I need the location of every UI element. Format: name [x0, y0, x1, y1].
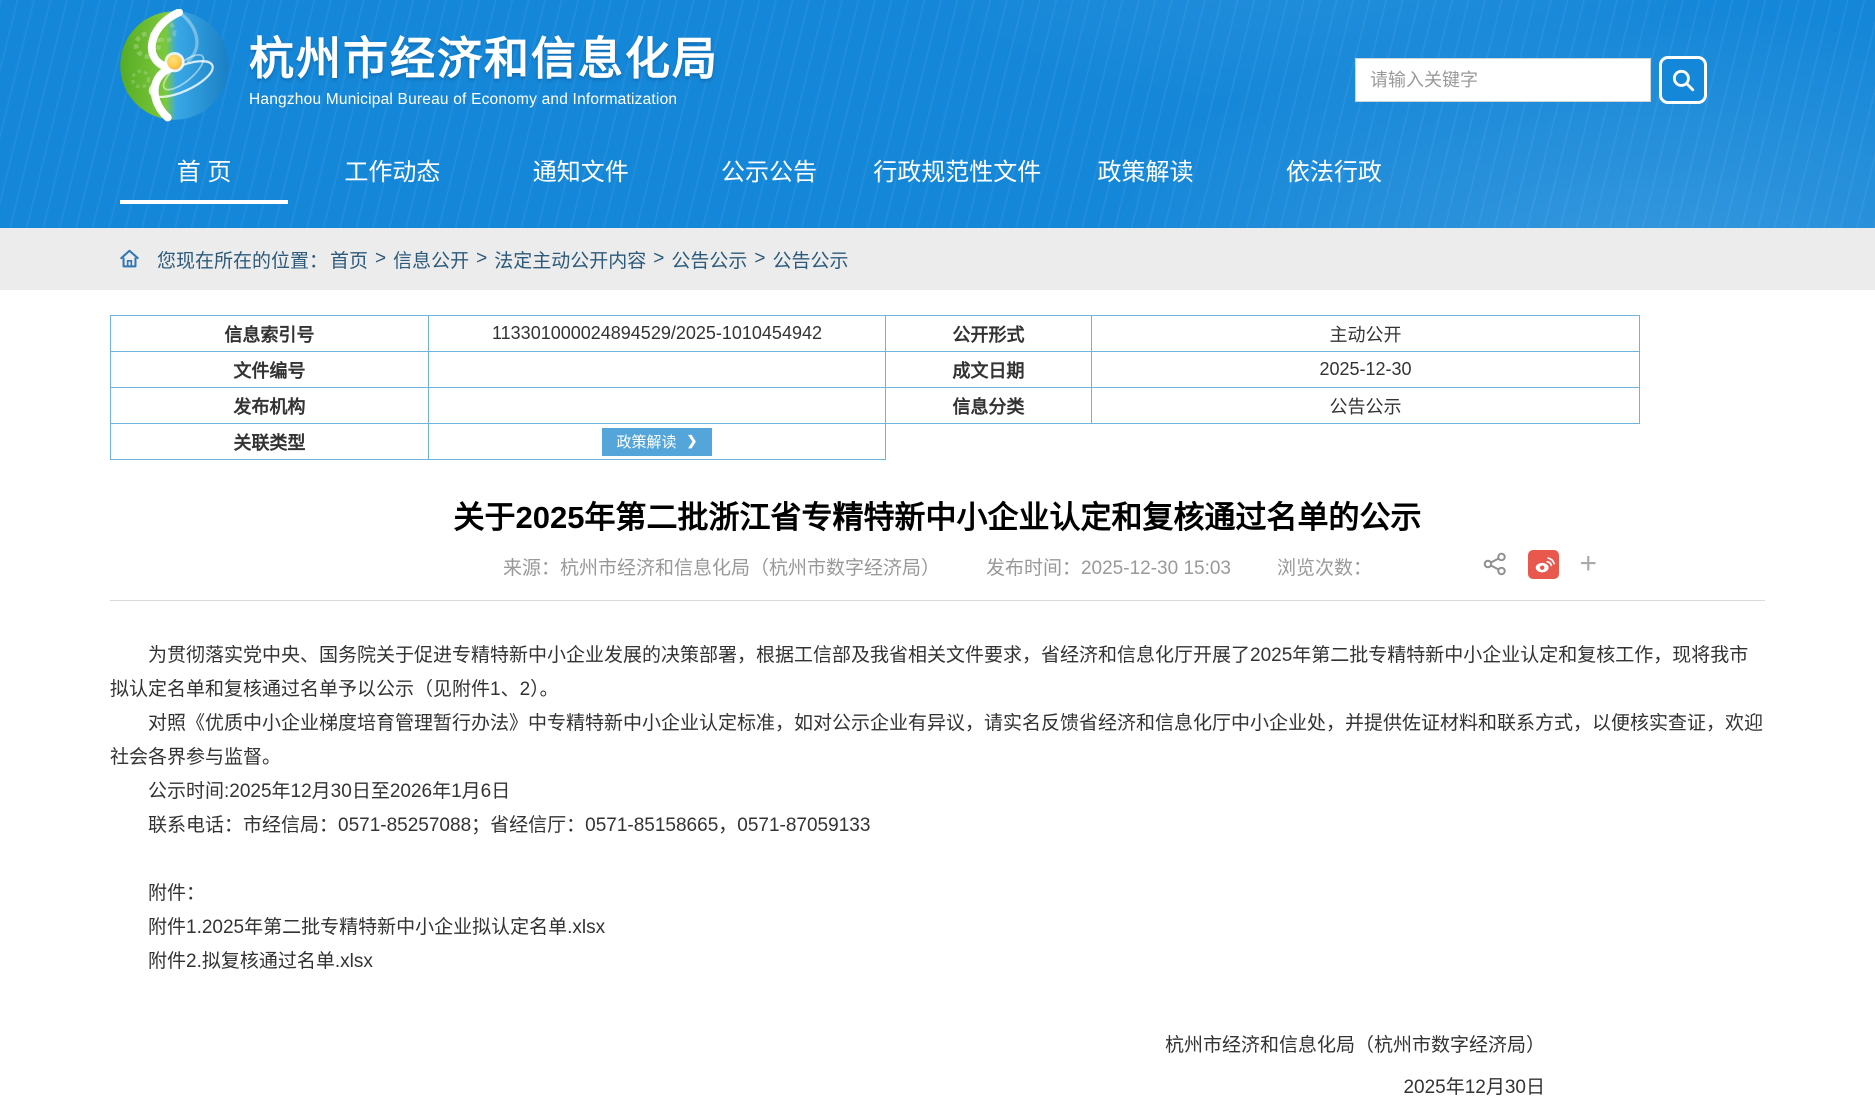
main-nav: 首 页 工作动态 通知文件 公示公告 行政规范性文件 政策解读 依法行政	[110, 130, 1428, 228]
cell-info-category-label: 信息分类	[886, 388, 1092, 424]
nav-item-policy-interpretation[interactable]: 政策解读	[1051, 130, 1239, 228]
table-row: 公开形式 主动公开	[886, 316, 1640, 352]
breadcrumb-prefix: 您现在所在的位置：	[157, 246, 328, 273]
search-button[interactable]	[1659, 56, 1707, 104]
breadcrumb-separator: >	[375, 248, 386, 270]
nav-item-home[interactable]: 首 页	[110, 130, 298, 228]
signature-block: 杭州市经济和信息化局（杭州市数字经济局） 2025年12月30日	[110, 1029, 1765, 1101]
policy-interpretation-button[interactable]: 政策解读 ❯	[602, 428, 713, 456]
table-row: 关联类型 政策解读 ❯	[111, 424, 886, 460]
nav-item-regulatory-documents[interactable]: 行政规范性文件	[863, 130, 1051, 228]
page: 杭州市经济和信息化局 Hangzhou Municipal Bureau of …	[0, 0, 1875, 1101]
nav-item-public-announcements[interactable]: 公示公告	[675, 130, 863, 228]
more-share-button[interactable]: +	[1579, 549, 1597, 579]
cell-issuing-agency-label: 发布机构	[111, 388, 429, 424]
table-row: 文件编号	[111, 352, 886, 388]
article-source: 来源：杭州市经济和信息化局（杭州市数字经济局）	[503, 553, 940, 580]
brand: 杭州市经济和信息化局 Hangzhou Municipal Bureau of …	[118, 9, 719, 122]
cell-issue-date-value: 2025-12-30	[1092, 352, 1640, 388]
cell-disclosure-form-value: 主动公开	[1092, 316, 1640, 352]
breadcrumb-item-info-disclosure[interactable]: 信息公开	[393, 246, 469, 273]
site-search	[1355, 56, 1707, 104]
brand-text: 杭州市经济和信息化局 Hangzhou Municipal Bureau of …	[249, 22, 719, 109]
weibo-icon[interactable]	[1528, 550, 1559, 579]
cell-issue-date-label: 成文日期	[886, 352, 1092, 388]
cell-related-type-value: 政策解读 ❯	[429, 424, 886, 460]
attachment-link-2[interactable]: 附件2.拟复核通过名单.xlsx	[148, 951, 373, 972]
main-content: 信息索引号 113301000024894529/2025-1010454942…	[0, 290, 1875, 1101]
chevron-right-icon: ❯	[687, 433, 698, 449]
article-body: 为贯彻落实党中央、国务院关于促进专精特新中小企业发展的决策部署，根据工信部及我省…	[110, 639, 1765, 1101]
breadcrumb: 您现在所在的位置： 首页 > 信息公开 > 法定主动公开内容 > 公告公示 > …	[0, 228, 1875, 290]
paragraph: 对照《优质中小企业梯度培育管理暂行办法》中专精特新中小企业认定标准，如对公示企业…	[110, 707, 1765, 775]
article-title: 关于2025年第二批浙江省专精特新中小企业认定和复核通过名单的公示	[110, 492, 1765, 537]
table-row: 信息索引号 113301000024894529/2025-1010454942	[111, 316, 886, 352]
document-info-table: 信息索引号 113301000024894529/2025-1010454942…	[110, 315, 1765, 460]
breadcrumb-item-current[interactable]: 公告公示	[773, 246, 849, 273]
site-title: 杭州市经济和信息化局	[249, 22, 719, 87]
article-view-count: 浏览次数：	[1277, 553, 1372, 580]
cell-issuing-agency-value	[429, 388, 886, 424]
paragraph: 为贯彻落实党中央、国务院关于促进专精特新中小企业发展的决策部署，根据工信部及我省…	[110, 639, 1765, 707]
publicity-period: 公示时间:2025年12月30日至2026年1月6日	[110, 775, 1765, 809]
cell-document-number-value	[429, 352, 886, 388]
search-input[interactable]	[1355, 58, 1651, 102]
header-top: 杭州市经济和信息化局 Hangzhou Municipal Bureau of …	[0, 0, 1875, 130]
nav-item-law-based-administration[interactable]: 依法行政	[1240, 130, 1428, 228]
share-icon[interactable]	[1482, 551, 1508, 577]
contact-phones: 联系电话：市经信局：0571-85257088；省经信厅：0571-851586…	[110, 809, 1765, 843]
cell-disclosure-form-label: 公开形式	[886, 316, 1092, 352]
table-row: 发布机构	[111, 388, 886, 424]
cell-info-category-value: 公告公示	[1092, 388, 1640, 424]
cell-info-index-label: 信息索引号	[111, 316, 429, 352]
cell-related-type-label: 关联类型	[111, 424, 429, 460]
cell-info-index-value: 113301000024894529/2025-1010454942	[429, 316, 886, 352]
info-table-left: 信息索引号 113301000024894529/2025-1010454942…	[110, 315, 886, 460]
attachment-row: 附件1.2025年第二批专精特新中小企业拟认定名单.xlsx	[110, 911, 1765, 945]
nav-item-notice-documents[interactable]: 通知文件	[487, 130, 675, 228]
table-row: 成文日期 2025-12-30	[886, 352, 1640, 388]
breadcrumb-item-home[interactable]: 首页	[330, 246, 368, 273]
breadcrumb-separator: >	[476, 248, 487, 270]
article-publish-time: 发布时间：2025-12-30 15:03	[986, 553, 1231, 580]
signature-org: 杭州市经济和信息化局（杭州市数字经济局）	[110, 1029, 1545, 1063]
cell-document-number-label: 文件编号	[111, 352, 429, 388]
bureau-logo-icon	[118, 9, 231, 122]
info-table-right: 公开形式 主动公开 成文日期 2025-12-30 信息分类 公告公示	[886, 315, 1640, 424]
attachments-heading: 附件：	[110, 877, 1765, 911]
breadcrumb-separator: >	[754, 248, 765, 270]
breadcrumb-item-statutory-disclosure[interactable]: 法定主动公开内容	[494, 246, 646, 273]
search-icon	[1670, 67, 1696, 93]
attachment-link-1[interactable]: 附件1.2025年第二批专精特新中小企业拟认定名单.xlsx	[148, 917, 605, 938]
site-subtitle: Hangzhou Municipal Bureau of Economy and…	[249, 91, 719, 109]
policy-interpretation-button-label: 政策解读	[617, 431, 677, 452]
table-row: 信息分类 公告公示	[886, 388, 1640, 424]
site-header: 杭州市经济和信息化局 Hangzhou Municipal Bureau of …	[0, 0, 1875, 228]
share-toolbar: +	[1482, 549, 1597, 579]
breadcrumb-item-announcements[interactable]: 公告公示	[671, 246, 747, 273]
home-icon[interactable]	[118, 248, 141, 270]
attachment-row: 附件2.拟复核通过名单.xlsx	[110, 945, 1765, 979]
signature-date: 2025年12月30日	[110, 1071, 1545, 1101]
nav-item-work-news[interactable]: 工作动态	[298, 130, 486, 228]
article-meta: 来源：杭州市经济和信息化局（杭州市数字经济局） 发布时间：2025-12-30 …	[110, 553, 1765, 601]
breadcrumb-separator: >	[653, 248, 664, 270]
